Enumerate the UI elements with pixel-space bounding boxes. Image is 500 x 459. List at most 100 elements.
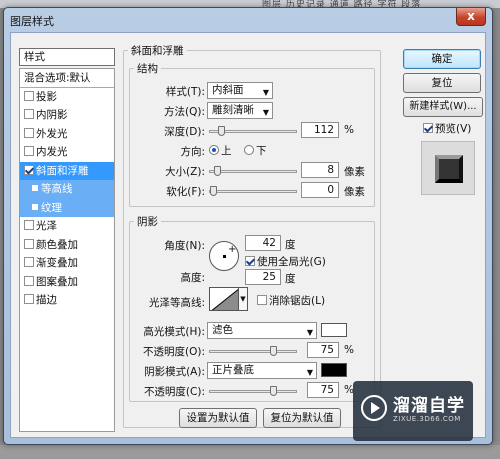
- sidebar-item[interactable]: 光泽: [20, 217, 114, 236]
- shadow-opacity-thumb[interactable]: [270, 386, 277, 396]
- size-unit: 像素: [344, 166, 365, 178]
- sidebar-item[interactable]: 外发光: [20, 125, 114, 144]
- sidebar-item-label: 描边: [36, 294, 57, 306]
- new-style-button[interactable]: 新建样式(W)...: [403, 97, 483, 117]
- sidebar-item-label: 斜面和浮雕: [36, 164, 89, 177]
- sidebar-item[interactable]: 投影: [20, 88, 114, 107]
- highlight-color-swatch[interactable]: [321, 323, 347, 337]
- close-button[interactable]: x: [456, 8, 486, 26]
- watermark-subtitle: ZIXUE.3D66.COM: [393, 415, 461, 423]
- highlight-opacity-thumb[interactable]: [270, 346, 277, 356]
- sidebar-item[interactable]: 斜面和浮雕: [20, 161, 114, 180]
- sidebar-item[interactable]: 颜色叠加: [20, 236, 114, 255]
- highlight-mode-select[interactable]: 滤色 ▼: [207, 322, 317, 339]
- layer-style-dialog: 图层样式 x 样式 混合选项:默认投影内阴影外发光 内发光斜面和浮雕等高线纹理光泽…: [3, 7, 493, 445]
- checkbox-icon[interactable]: [24, 146, 34, 156]
- dialog-client-area: 样式 混合选项:默认投影内阴影外发光 内发光斜面和浮雕等高线纹理光泽颜色叠加渐变叠…: [10, 32, 486, 438]
- angle-input[interactable]: 42: [245, 235, 281, 251]
- structure-title: 结构: [137, 63, 158, 75]
- depth-slider-thumb[interactable]: [218, 126, 225, 136]
- checkbox-icon[interactable]: [24, 257, 34, 267]
- sidebar-item[interactable]: 内阴影: [20, 106, 114, 125]
- square-icon: [32, 185, 38, 191]
- sidebar-item-label: 颜色叠加: [36, 238, 78, 251]
- square-icon: [32, 203, 38, 210]
- watermark-badge: 溜溜自学 ZIXUE.3D66.COM: [353, 381, 473, 441]
- size-input[interactable]: 8: [301, 162, 339, 178]
- size-slider[interactable]: [209, 166, 297, 176]
- sidebar-subitem[interactable]: 等高线: [20, 180, 114, 199]
- checkbox-checked-icon[interactable]: [24, 164, 34, 175]
- dial-center: [223, 255, 226, 258]
- preview-checkbox[interactable]: 预览(V): [423, 121, 471, 136]
- depth-label: 深度(D):: [164, 126, 205, 138]
- sidebar-item-blending-options[interactable]: 混合选项:默认: [20, 69, 114, 88]
- angle-dial[interactable]: +: [209, 241, 239, 271]
- angle-label: 角度(N):: [164, 240, 205, 252]
- direction-up-option[interactable]: 上: [209, 143, 232, 158]
- sidebar-item-label: 等高线: [41, 183, 73, 195]
- altitude-input[interactable]: 25: [245, 269, 281, 285]
- direction-down-option[interactable]: 下: [244, 143, 267, 158]
- shadow-opacity-label: 不透明度(C):: [143, 386, 205, 398]
- shadow-mode-label: 阴影模式(A):: [144, 366, 205, 378]
- highlight-mode-value: 滤色: [212, 324, 233, 336]
- sidebar-item-label: 混合选项:默认: [24, 72, 91, 84]
- sidebar-item-label: 投影: [36, 90, 57, 103]
- antialias-checkbox[interactable]: 消除锯齿(L): [257, 293, 325, 308]
- reset-button[interactable]: 复位: [403, 73, 481, 93]
- soften-slider[interactable]: [209, 186, 297, 196]
- sidebar-item-label: 纹理: [41, 201, 62, 214]
- depth-unit: %: [344, 124, 354, 136]
- sidebar-item-label: 渐变叠加: [36, 257, 78, 269]
- shadow-opacity-input[interactable]: 75: [307, 382, 339, 398]
- sidebar-item[interactable]: 图案叠加: [20, 273, 114, 292]
- play-logo-icon: [361, 395, 387, 421]
- checkbox-icon[interactable]: [24, 294, 34, 304]
- checkbox-icon[interactable]: [24, 109, 34, 119]
- soften-input[interactable]: 0: [301, 182, 339, 198]
- direction-label: 方向:: [180, 146, 205, 158]
- sidebar-item-label: 内阴影: [36, 109, 68, 121]
- shadow-mode-select[interactable]: 正片叠底 ▼: [207, 362, 317, 379]
- sidebar-item[interactable]: 渐变叠加: [20, 254, 114, 273]
- global-light-checkbox[interactable]: 使用全局光(G): [245, 254, 326, 269]
- checkbox-icon[interactable]: [24, 90, 34, 101]
- checkbox-icon[interactable]: [24, 220, 34, 230]
- highlight-mode-label: 高光模式(H):: [143, 326, 205, 338]
- highlight-opacity-slider[interactable]: [209, 346, 297, 356]
- soften-label: 软化(F):: [166, 186, 205, 198]
- checkbox-icon[interactable]: [24, 275, 34, 286]
- radio-icon: [244, 145, 254, 155]
- checkbox-icon[interactable]: [24, 127, 34, 138]
- shadow-opacity-slider[interactable]: [209, 386, 297, 396]
- depth-input[interactable]: 112: [301, 122, 339, 138]
- shadow-color-swatch[interactable]: [321, 363, 347, 377]
- size-slider-thumb[interactable]: [214, 166, 221, 176]
- sidebar-item[interactable]: 内发光: [20, 143, 114, 162]
- sidebar-item[interactable]: 描边: [20, 291, 114, 310]
- style-select[interactable]: 内斜面 ▼: [207, 82, 273, 99]
- checkbox-icon[interactable]: [24, 238, 34, 249]
- radio-selected-icon: [209, 145, 219, 155]
- sidebar-subitem[interactable]: 纹理: [20, 198, 114, 217]
- contour-curve-icon: [211, 288, 238, 310]
- angle-unit: 度: [285, 239, 296, 251]
- chevron-down-icon: ▼: [306, 368, 313, 377]
- styles-header[interactable]: 样式: [19, 48, 115, 66]
- reset-default-button[interactable]: 复位为默认值: [263, 408, 341, 428]
- highlight-opacity-input[interactable]: 75: [307, 342, 339, 358]
- highlight-opacity-label: 不透明度(O):: [143, 346, 205, 358]
- technique-select[interactable]: 雕刻清晰 ▼: [207, 102, 273, 119]
- ok-button[interactable]: 确定: [403, 49, 481, 69]
- contour-dropdown-arrow[interactable]: ▼: [238, 287, 248, 311]
- gloss-contour-preview[interactable]: [209, 287, 239, 311]
- watermark-title: 溜溜自学: [393, 396, 465, 416]
- altitude-unit: 度: [285, 273, 296, 285]
- soften-slider-thumb[interactable]: [210, 186, 217, 196]
- title-bar[interactable]: 图层样式 x: [4, 8, 492, 32]
- make-default-button[interactable]: 设置为默认值: [179, 408, 257, 428]
- shadow-mode-value: 正片叠底: [212, 364, 254, 376]
- depth-slider[interactable]: [209, 126, 297, 136]
- checkbox-checked-icon: [423, 123, 433, 133]
